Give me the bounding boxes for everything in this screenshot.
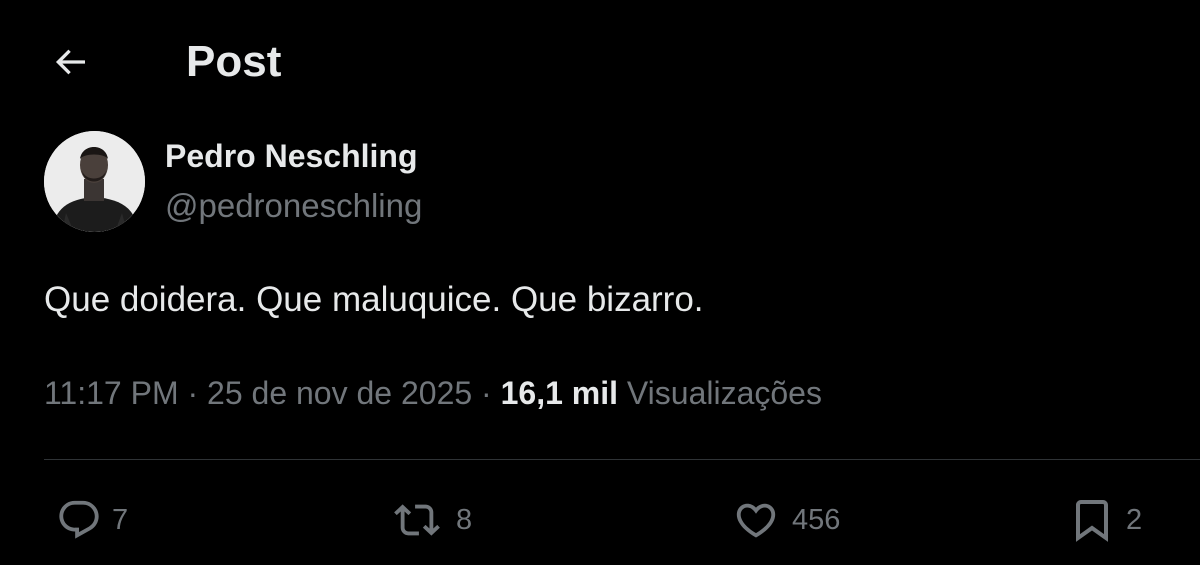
views-label: Visualizações [626,375,822,411]
post-date[interactable]: 25 de nov de 2025 [207,375,472,411]
repost-count: 8 [456,503,473,536]
repost-button[interactable]: 8 [388,494,472,546]
divider [44,459,1200,460]
post-text: Que doidera. Que maluquice. Que bizarro. [44,280,704,319]
post-header: Post [0,0,1200,125]
author-display-name[interactable]: Pedro Neschling [165,136,418,176]
post-time[interactable]: 11:17 PM [44,375,179,411]
like-button[interactable]: 456 [730,494,840,546]
meta-separator: · [481,375,492,411]
bookmark-button[interactable]: 2 [1068,494,1142,546]
views-count: 16,1 mil [500,375,618,411]
avatar[interactable] [44,131,145,232]
bookmark-count: 2 [1126,503,1143,536]
author-handle[interactable]: @pedroneschling [165,185,422,227]
back-button[interactable] [44,38,96,86]
post-meta: 11:17 PM · 25 de nov de 2025 · 16,1 mil … [44,372,822,414]
page-title: Post [186,37,282,86]
bookmark-icon [1076,500,1108,542]
reply-button[interactable]: 7 [56,494,128,546]
meta-separator: · [187,375,199,411]
arrow-left-icon [55,49,85,75]
repost-icon [394,504,440,536]
reply-icon [59,500,99,539]
profile-photo [44,131,145,232]
heart-icon [736,503,776,538]
reply-count: 7 [112,503,129,536]
like-count: 456 [792,503,841,536]
